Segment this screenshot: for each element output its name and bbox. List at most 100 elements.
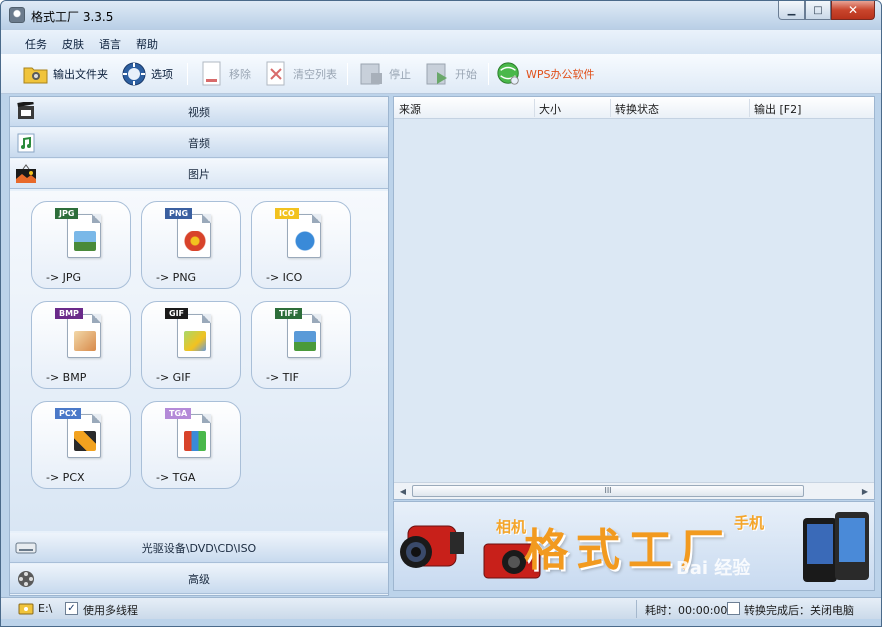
gif-file-icon [177,314,211,358]
format-tga-button[interactable]: TGA -> TGA [141,401,241,489]
ico-file-icon [287,214,321,258]
drive-icon [18,603,34,615]
optical-drive-icon [14,536,38,560]
format-pcx-label: -> PCX [46,471,85,484]
film-icon [14,100,38,124]
toolbar: 输出文件夹 选项 移除 清空列表 停止 开始 WPS办公软件 [1,54,881,94]
close-icon: ✕ [847,3,859,17]
category-optical[interactable]: 光驱设备\DVD\CD\ISO [10,533,388,563]
baidu-watermark: Bai 经验 [676,558,751,579]
scroll-left-arrow-icon[interactable]: ◀ [396,485,410,498]
film-reel-icon [14,567,38,591]
output-drive[interactable]: E:\ [38,602,52,615]
category-image-label: 图片 [188,167,210,181]
minimize-icon: ▁ [787,4,796,16]
options-button[interactable]: 选项 [121,60,173,88]
task-list: 来源 大小 转换状态 输出 [F2] ◀ III ▶ [393,96,875,500]
wps-label: WPS办公软件 [526,68,595,81]
category-audio[interactable]: 音频 [10,128,388,158]
column-source[interactable]: 来源 [399,101,421,117]
column-size[interactable]: 大小 [539,101,561,117]
app-icon [9,7,25,23]
promo-banner[interactable]: 相机 格式工厂 手机 Bai 经验 [393,501,875,591]
start-label: 开始 [455,68,477,81]
window-title: 格式工厂 3.3.5 [31,10,114,24]
phone-icon [803,512,869,582]
maximize-button[interactable]: □ [805,1,831,20]
menu-bar: 任务 皮肤 语言 帮助 [1,29,881,54]
remove-icon [199,61,225,87]
column-separator[interactable] [534,99,535,117]
close-button[interactable]: ✕ [831,1,875,20]
multithread-label: 使用多线程 [83,604,138,617]
tif-tag: TIFF [275,308,303,319]
category-video-label: 视频 [188,105,210,119]
jpg-tag: JPG [55,208,79,219]
ico-tag: ICO [275,208,299,219]
shutdown-after-checkbox[interactable] [727,602,740,615]
category-video[interactable]: 视频 [10,97,388,127]
format-png-button[interactable]: PNG -> PNG [141,201,241,289]
main-window: 格式工厂 3.3.5 ▁ □ ✕ 任务 皮肤 语言 帮助 输出文件夹 选项 移除… [0,0,882,627]
stop-button[interactable]: 停止 [359,60,411,88]
format-ico-button[interactable]: ICO -> ICO [251,201,351,289]
png-tag: PNG [165,208,193,219]
status-bar: E:\ ✓ 使用多线程 耗时：00:00:00 转换完成后：关闭电脑 [1,597,881,619]
bmp-file-icon [67,314,101,358]
format-gif-button[interactable]: GIF -> GIF [141,301,241,389]
start-icon [425,61,451,87]
column-status[interactable]: 转换状态 [615,101,659,117]
category-advanced[interactable]: 高级 [10,564,388,594]
options-gear-icon [121,61,147,87]
remove-label: 移除 [229,68,251,81]
gif-tag: GIF [165,308,189,319]
category-advanced-label: 高级 [188,572,210,586]
menu-task[interactable]: 任务 [25,36,47,52]
wps-globe-icon [496,61,522,87]
clear-list-button[interactable]: 清空列表 [263,60,337,88]
camcorder-icon [400,525,464,568]
window-controls: ▁ □ ✕ [778,1,875,20]
tif-file-icon [287,314,321,358]
column-separator[interactable] [749,99,750,117]
format-bmp-button[interactable]: BMP -> BMP [31,301,131,389]
wps-office-button[interactable]: WPS办公软件 [496,60,595,88]
task-list-header: 来源 大小 转换状态 输出 [F2] [394,97,874,119]
clear-list-icon [263,61,289,87]
multithread-checkbox[interactable]: ✓ [65,602,78,615]
shutdown-after-label: 转换完成后：关闭电脑 [744,604,854,617]
elapsed-time: 耗时：00:00:00 [645,604,728,617]
image-format-grid: JPG -> JPG PNG -> PNG ICO -> ICO BMP -> … [10,191,388,531]
menu-help[interactable]: 帮助 [136,36,158,52]
start-button[interactable]: 开始 [425,60,477,88]
menu-skin[interactable]: 皮肤 [62,36,84,52]
format-tif-label: -> TIF [266,371,299,384]
status-separator [636,600,637,618]
format-jpg-button[interactable]: JPG -> JPG [31,201,131,289]
format-pcx-button[interactable]: PCX -> PCX [31,401,131,489]
png-file-icon [177,214,211,258]
remove-button[interactable]: 移除 [199,60,251,88]
format-tif-button[interactable]: TIFF -> TIF [251,301,351,389]
music-note-icon [14,131,38,155]
output-folder-button[interactable]: 输出文件夹 [23,60,108,88]
category-optical-label: 光驱设备\DVD\CD\ISO [141,541,257,555]
minimize-button[interactable]: ▁ [778,1,805,20]
format-ico-label: -> ICO [266,271,303,284]
column-separator[interactable] [610,99,611,117]
toolbar-separator [347,63,348,85]
category-panel: 视频 音频 图片 JPG -> JPG PNG -> PNG ICO -> IC… [9,96,389,596]
bmp-tag: BMP [55,308,83,319]
scrollbar-thumb[interactable]: III [412,485,804,497]
column-output[interactable]: 输出 [F2] [754,101,801,117]
menu-language[interactable]: 语言 [99,36,121,52]
horizontal-scrollbar[interactable]: ◀ III ▶ [394,482,874,499]
picture-icon [14,162,38,186]
format-tga-label: -> TGA [156,471,196,484]
pcx-file-icon [67,414,101,458]
scroll-right-arrow-icon[interactable]: ▶ [858,485,872,498]
title-bar: 格式工厂 3.3.5 ▁ □ ✕ [1,1,881,29]
pcx-tag: PCX [55,408,81,419]
folder-icon [23,61,49,87]
category-image[interactable]: 图片 [10,159,388,189]
